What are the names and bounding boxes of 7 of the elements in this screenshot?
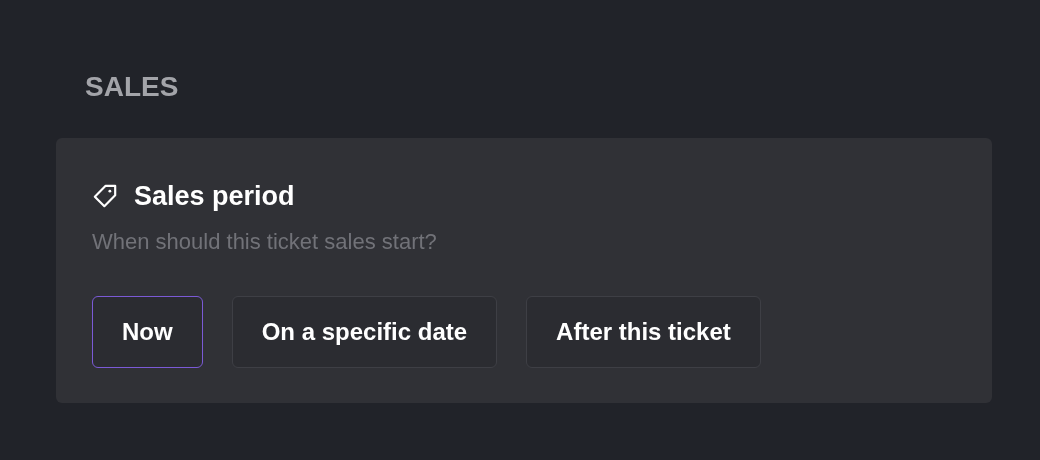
tag-icon [92,183,118,209]
option-button[interactable]: On a specific date [231,296,498,368]
card-title: Sales period [134,180,295,213]
section-title: SALES [85,70,180,104]
option-button[interactable]: Now [92,296,203,368]
option-button[interactable]: After this ticket [526,296,761,368]
card-subtitle: When should this ticket sales start? [92,228,438,256]
